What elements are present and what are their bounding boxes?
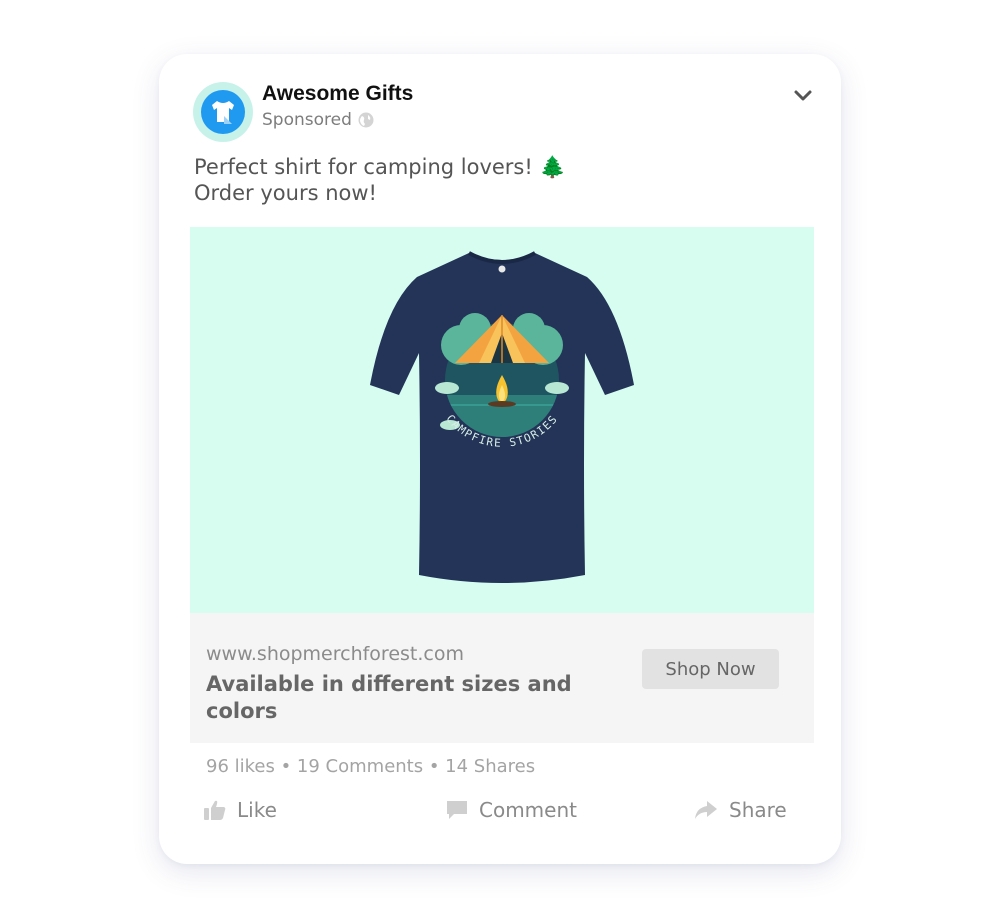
caption-line-2: Order yours now! — [194, 181, 377, 205]
tshirt-product-image: CAMPFIRE STORIES — [370, 251, 634, 583]
ad-post-card: Awesome Gifts Sponsored Perfect shirt fo… — [159, 54, 841, 864]
share-icon — [695, 801, 717, 819]
chevron-down-icon[interactable] — [793, 88, 813, 104]
ad-image[interactable]: CAMPFIRE STORIES — [190, 227, 814, 613]
action-bar: Like Comment Share — [199, 798, 799, 828]
thumbs-up-icon — [204, 800, 226, 820]
shop-now-button[interactable]: Shop Now — [642, 649, 779, 689]
page-name[interactable]: Awesome Gifts — [262, 82, 413, 106]
page-avatar[interactable] — [193, 82, 253, 142]
post-caption: Perfect shirt for camping lovers! 🌲 Orde… — [194, 154, 794, 206]
comment-label: Comment — [479, 798, 577, 822]
avatar-circle — [201, 90, 245, 134]
engagement-stats[interactable]: 96 likes • 19 Comments • 14 Shares — [206, 756, 535, 777]
like-label: Like — [237, 798, 277, 822]
globe-icon — [358, 112, 374, 128]
tshirt-icon — [212, 101, 234, 124]
sponsored-label: Sponsored — [262, 110, 374, 130]
caption-line-1: Perfect shirt for camping lovers! 🌲 — [194, 155, 566, 179]
share-label: Share — [729, 798, 787, 822]
link-domain[interactable]: www.shopmerchforest.com — [206, 643, 464, 665]
like-button[interactable]: Like — [203, 798, 277, 822]
link-headline[interactable]: Available in different sizes and colors — [206, 671, 586, 725]
sponsored-text: Sponsored — [262, 110, 352, 130]
link-preview[interactable]: www.shopmerchforest.com Available in dif… — [190, 613, 814, 743]
comment-button[interactable]: Comment — [445, 798, 577, 822]
share-button[interactable]: Share — [693, 798, 787, 822]
comment-icon — [447, 801, 467, 819]
